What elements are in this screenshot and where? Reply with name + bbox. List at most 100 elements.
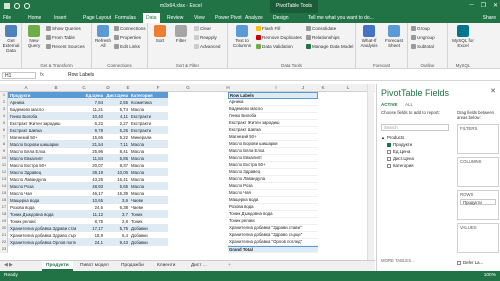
save-icon[interactable] [4, 3, 10, 9]
table-row[interactable]: Масло Здравец 39,19 10,06 Масла [8, 169, 168, 176]
table-row[interactable]: Екстракт Шипка 9,78 5,26 Екстракти [8, 127, 168, 134]
field-item[interactable]: Категория [381, 162, 451, 169]
tab-design[interactable]: Design [273, 15, 289, 21]
pivot-header[interactable]: Row Labels [228, 92, 318, 99]
pivot-row[interactable]: Хранителна добавка "Орлов поглед" [228, 239, 318, 246]
pivot-row[interactable]: Масло Здравец [228, 169, 318, 176]
table-header-row[interactable]: Продукти Ед.Цена Дист.Цена Категория [8, 92, 168, 99]
tell-me-input[interactable]: Tell me what you want to do... [308, 15, 374, 21]
row-header[interactable]: 11 [0, 162, 8, 169]
manage-data-model-button[interactable]: Manage Data Model [306, 44, 353, 49]
relationships-button[interactable]: Relationships [306, 35, 340, 40]
what-if-analysis-button[interactable]: What-If Analysis [358, 25, 380, 48]
tab-data[interactable]: Data [143, 13, 160, 23]
mysql-for-excel-button[interactable]: MySQL for Excel [451, 25, 475, 48]
pivot-row[interactable]: Екстракт Шипка [228, 127, 318, 134]
columns-zone[interactable]: COLUMNS [457, 157, 499, 187]
data-validation-button[interactable]: Data Validation [256, 44, 293, 49]
tab-review[interactable]: Review [167, 15, 183, 21]
recent-sources-button[interactable]: Recent Sources [46, 44, 85, 49]
field-checkbox[interactable] [387, 163, 391, 168]
tab-active[interactable]: ACTIVE [381, 102, 398, 107]
row-header[interactable]: 3 [0, 106, 8, 113]
column-header[interactable]: H [218, 85, 238, 90]
pivot-row[interactable]: Хранителна добавка "Здрави стави" [228, 225, 318, 232]
pivot-row[interactable]: Масло Борови шишарки [228, 141, 318, 148]
forecast-sheet-button[interactable]: Forecast Sheet [383, 25, 405, 48]
worksheet-grid[interactable]: ABCDEFGHIJKL 1 2 3 4 5 6 7 8 9 10 11 12 13 14 15 16 17 18… [0, 84, 375, 260]
row-header[interactable]: 8 [0, 141, 8, 148]
field-checkbox[interactable] [387, 149, 391, 154]
sort-button[interactable]: Sort [152, 25, 168, 43]
pivot-row[interactable]: Масло Евкалипт [228, 155, 318, 162]
tab-home[interactable]: Home [28, 15, 41, 21]
edit-links-button[interactable]: Edit Links [114, 44, 140, 49]
row-header[interactable]: 21 [0, 232, 8, 239]
pivot-row[interactable]: Бадемово масло [228, 106, 318, 113]
column-header[interactable]: F [148, 85, 168, 90]
table-row[interactable]: Масло Борови шишарки 21,54 7,11 Масла [8, 141, 168, 148]
table-row[interactable]: Тоник релакс 8,75 2,8 Тоник [8, 218, 168, 225]
tab-view[interactable]: View [194, 15, 205, 21]
defer-check[interactable] [457, 260, 461, 265]
column-header[interactable]: E [118, 85, 138, 90]
field-checkbox[interactable] [387, 156, 391, 161]
row-header[interactable]: 18 [0, 211, 8, 218]
pivot-row[interactable]: Гинко Билоба [228, 113, 318, 120]
pivot-row[interactable]: Екстракт Житен зародиш [228, 120, 318, 127]
clear-button[interactable]: Clear [194, 26, 211, 31]
pivot-row[interactable]: Розова вода [228, 204, 318, 211]
share-button[interactable]: Share [483, 15, 496, 21]
table-row[interactable]: Масло Евкалипт 11,84 5,85 Масла [8, 155, 168, 162]
pivot-row[interactable]: Масло Роза [228, 183, 318, 190]
field-item[interactable]: Ед.Цена [381, 148, 451, 155]
row-header[interactable]: 1 [0, 92, 8, 99]
row-header[interactable]: 2 [0, 99, 8, 106]
pivot-row[interactable]: Магнезий 50+ [228, 134, 318, 141]
rows-zone[interactable]: ROWS Продукти [457, 190, 499, 220]
row-header[interactable]: 10 [0, 155, 8, 162]
values-zone[interactable]: VALUES [457, 223, 499, 253]
pivot-row[interactable]: Хранителна добавка "Здраво сърце" [228, 232, 318, 239]
sheet-tab[interactable]: Клиенти [153, 261, 179, 271]
table-row[interactable]: Екстракт Житен зародиш 6,22 2,27 Екстракти [8, 120, 168, 127]
table-row[interactable]: Масло Роза 48,93 5,65 Масла [8, 183, 168, 190]
column-header[interactable]: C [74, 85, 94, 90]
subtotal-button[interactable]: Subtotal [411, 44, 434, 49]
more-tables-link[interactable]: MORE TABLES... [381, 258, 451, 263]
row-header[interactable]: 15 [0, 190, 8, 197]
close-icon[interactable]: ✕ [490, 87, 496, 95]
table-row[interactable]: Розова вода 24,6 6,38 Чаеве [8, 204, 168, 211]
table-row[interactable]: Бадемово масло 11,21 5,74 Масла [8, 106, 168, 113]
column-header[interactable]: D [98, 85, 118, 90]
ungroup-button[interactable]: Ungroup [411, 35, 435, 40]
row-header[interactable]: 20 [0, 225, 8, 232]
row-header[interactable]: 23 [0, 246, 8, 253]
vertical-scrollbar[interactable] [367, 84, 374, 260]
column-header[interactable]: I [266, 85, 286, 90]
close-button[interactable]: ✕ [493, 2, 498, 9]
properties-button[interactable]: Properties [114, 35, 141, 40]
row-header[interactable]: 14 [0, 183, 8, 190]
tab-formulas[interactable]: Formulas [115, 15, 136, 21]
consolidate-button[interactable]: Consolidate [306, 26, 336, 31]
tab-power-pivot[interactable]: Power Pivot [215, 15, 242, 21]
table-row[interactable]: Масло Лавандула 43,25 16,41 Масла [8, 176, 168, 183]
sheet-nav-arrows[interactable]: ◀ ▶ [4, 263, 13, 268]
add-sheet-button[interactable]: + [224, 261, 235, 271]
show-queries-button[interactable]: Show Queries [46, 26, 81, 31]
field-item[interactable]: Дист.Цена [381, 155, 451, 162]
row-header[interactable]: 19 [0, 218, 8, 225]
sheet-tab[interactable]: Пивот модел [76, 261, 113, 271]
row-header[interactable]: 17 [0, 204, 8, 211]
defer-update-checkbox[interactable]: Defer La... [457, 260, 483, 265]
table-row[interactable]: Магнезий 50+ 15,66 5,22 Минерали [8, 134, 168, 141]
row-header[interactable]: 5 [0, 120, 8, 127]
tab-all[interactable]: ALL [405, 102, 413, 107]
column-header[interactable]: L [338, 85, 358, 90]
row-header[interactable]: 13 [0, 176, 8, 183]
group-button[interactable]: Group [411, 26, 430, 31]
advanced-button[interactable]: Advanced [194, 44, 220, 49]
table-row[interactable]: Масло Екстра 50+ 20,07 8,37 Масла [8, 162, 168, 169]
pivot-grand-total[interactable]: Grand Total [228, 246, 318, 253]
